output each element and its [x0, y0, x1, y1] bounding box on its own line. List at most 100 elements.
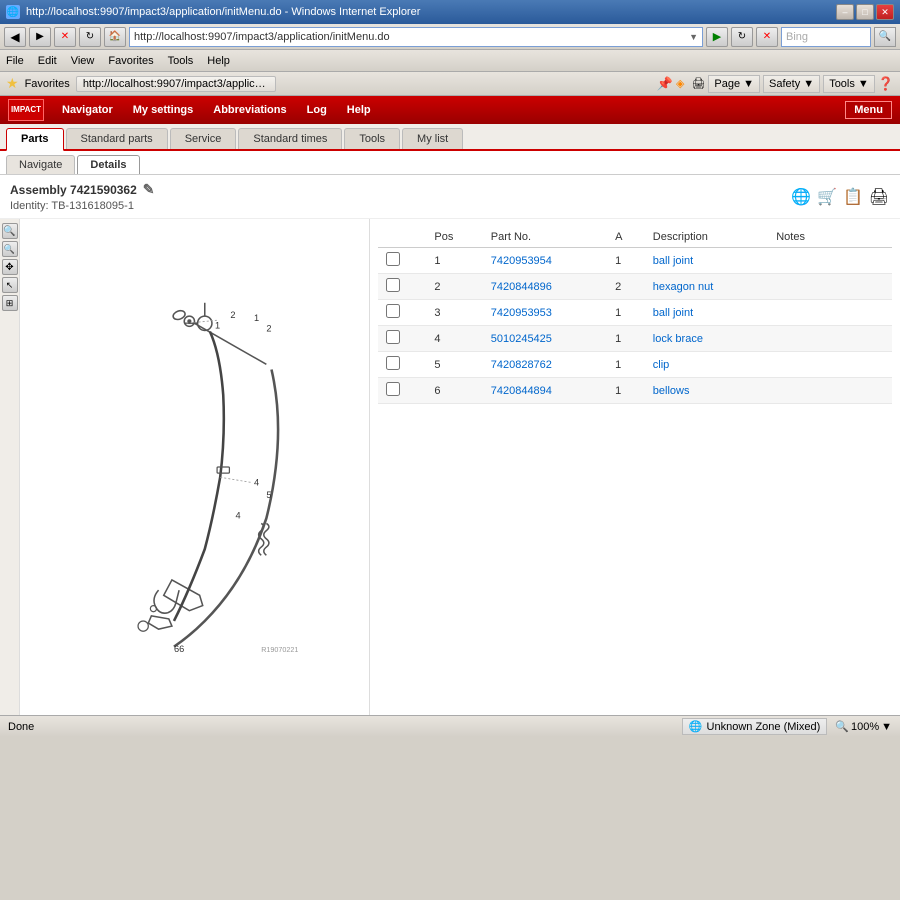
zoom-plus-button[interactable]: 🔍	[2, 223, 18, 239]
row-part-no-2[interactable]: 7420953953	[483, 300, 607, 326]
cart-icon[interactable]: 🛒	[816, 186, 838, 208]
row-extra2-4	[866, 352, 892, 378]
zoom-minus-button[interactable]: 🔍	[2, 241, 18, 257]
part-link-1[interactable]: 7420844896	[491, 281, 552, 293]
part-link-3[interactable]: 5010245425	[491, 333, 552, 345]
menu-file[interactable]: File	[6, 55, 24, 67]
menu-edit[interactable]: Edit	[38, 55, 57, 67]
diagram-image: 1 2 4	[20, 219, 369, 715]
maximize-button[interactable]: □	[856, 4, 874, 20]
refresh-addr-button[interactable]: ↻	[731, 27, 753, 47]
minimize-button[interactable]: –	[836, 4, 854, 20]
row-pos-2: 3	[426, 300, 482, 326]
forward-button[interactable]: ▶	[29, 27, 51, 47]
nav-help[interactable]: Help	[337, 96, 381, 124]
status-bar: Done 🌐 Unknown Zone (Mixed) 🔍 100% ▼	[0, 715, 900, 737]
browser-titlebar: 🌐 http://localhost:9907/impact3/applicat…	[0, 0, 900, 24]
menu-tools[interactable]: Tools	[168, 55, 194, 67]
row-part-no-3[interactable]: 5010245425	[483, 326, 607, 352]
menu-view[interactable]: View	[71, 55, 95, 67]
nav-abbreviations[interactable]: Abbreviations	[203, 96, 296, 124]
refresh-icon[interactable]: 🌐	[790, 186, 812, 208]
menu-button[interactable]: Menu	[845, 101, 892, 119]
content-area: Assembly 7421590362 ✎ Identity: TB-13161…	[0, 175, 900, 715]
row-extra2-1	[866, 274, 892, 300]
favorites-star-icon: ★	[6, 75, 19, 92]
tab-standard-parts[interactable]: Standard parts	[66, 128, 168, 149]
row-checkbox-5[interactable]	[386, 382, 400, 396]
zoom-icon: 🔍	[835, 720, 849, 733]
tab-tools[interactable]: Tools	[344, 128, 400, 149]
tab-service[interactable]: Service	[170, 128, 237, 149]
row-part-no-5[interactable]: 7420844894	[483, 378, 607, 404]
part-link-4[interactable]: 7420828762	[491, 359, 552, 371]
sub-tab-navigate[interactable]: Navigate	[6, 155, 75, 174]
table-row: 1 7420953954 1 ball joint	[378, 248, 892, 274]
assembly-edit-icon[interactable]: ✎	[143, 181, 155, 198]
part-link-5[interactable]: 7420844894	[491, 385, 552, 397]
back-button[interactable]: ◀	[4, 27, 26, 47]
print-preview-icon: 🖨	[691, 77, 705, 90]
safety-button[interactable]: Safety ▼	[763, 75, 820, 93]
search-input[interactable]: Bing	[781, 27, 871, 47]
row-extra2-2	[866, 300, 892, 326]
row-notes-5	[768, 378, 840, 404]
help-icon[interactable]: ❓	[878, 76, 894, 92]
tools-button[interactable]: Tools ▼	[823, 75, 875, 93]
row-desc-3[interactable]: lock brace	[645, 326, 768, 352]
app-logo: IMPACT	[8, 99, 44, 121]
tab-standard-times[interactable]: Standard times	[238, 128, 342, 149]
part-link-0[interactable]: 7420953954	[491, 255, 552, 267]
address-bar[interactable]: http://localhost:9907/impact3/applicatio…	[129, 27, 703, 47]
row-pos-3: 4	[426, 326, 482, 352]
pan-button[interactable]: ✥	[2, 259, 18, 275]
row-checkbox-1[interactable]	[386, 278, 400, 292]
tab-parts[interactable]: Parts	[6, 128, 64, 151]
stop-addr-button[interactable]: ✕	[756, 27, 778, 47]
row-desc-0[interactable]: ball joint	[645, 248, 768, 274]
select-button[interactable]: ↖	[2, 277, 18, 293]
row-part-no-1[interactable]: 7420844896	[483, 274, 607, 300]
search-button[interactable]: 🔍	[874, 27, 896, 47]
row-desc-1[interactable]: hexagon nut	[645, 274, 768, 300]
row-extra2-3	[866, 326, 892, 352]
assembly-identity: Identity: TB-131618095-1	[10, 200, 155, 212]
row-a-1: 2	[607, 274, 645, 300]
zoom-control[interactable]: 🔍 100% ▼	[835, 720, 892, 733]
row-checkbox-4[interactable]	[386, 356, 400, 370]
sub-tab-details[interactable]: Details	[77, 155, 139, 174]
row-extra1-0	[840, 248, 866, 274]
fit-button[interactable]: ⊞	[2, 295, 18, 311]
page-button[interactable]: Page ▼	[708, 75, 760, 93]
menu-help[interactable]: Help	[207, 55, 230, 67]
part-link-2[interactable]: 7420953953	[491, 307, 552, 319]
row-part-no-4[interactable]: 7420828762	[483, 352, 607, 378]
copy-icon[interactable]: 📋	[842, 186, 864, 208]
address-dropdown-icon[interactable]: ▼	[689, 32, 698, 42]
favorites-label: Favorites	[25, 78, 70, 90]
home-button[interactable]: 🏠	[104, 27, 126, 47]
nav-navigator[interactable]: Navigator	[52, 96, 123, 124]
close-button[interactable]: ✕	[876, 4, 894, 20]
svg-text:1: 1	[215, 320, 220, 330]
stop-button[interactable]: ✕	[54, 27, 76, 47]
row-desc-4[interactable]: clip	[645, 352, 768, 378]
row-desc-5[interactable]: bellows	[645, 378, 768, 404]
menu-favorites[interactable]: Favorites	[108, 55, 153, 67]
zoom-dropdown-icon[interactable]: ▼	[881, 721, 892, 733]
favorites-link[interactable]: http://localhost:9907/impact3/applicatio…	[76, 76, 276, 92]
col-pos: Pos	[426, 227, 482, 248]
row-checkbox-3[interactable]	[386, 330, 400, 344]
nav-my-settings[interactable]: My settings	[123, 96, 204, 124]
row-checkbox-2[interactable]	[386, 304, 400, 318]
tab-my-list[interactable]: My list	[402, 128, 463, 149]
print-icon[interactable]: 🖨	[868, 186, 890, 208]
browser-icon: 🌐	[6, 5, 20, 19]
nav-log[interactable]: Log	[297, 96, 337, 124]
row-desc-2[interactable]: ball joint	[645, 300, 768, 326]
go-button[interactable]: ▶	[706, 27, 728, 47]
row-checkbox-0[interactable]	[386, 252, 400, 266]
refresh-button[interactable]: ↻	[79, 27, 101, 47]
row-a-4: 1	[607, 352, 645, 378]
row-part-no-0[interactable]: 7420953954	[483, 248, 607, 274]
